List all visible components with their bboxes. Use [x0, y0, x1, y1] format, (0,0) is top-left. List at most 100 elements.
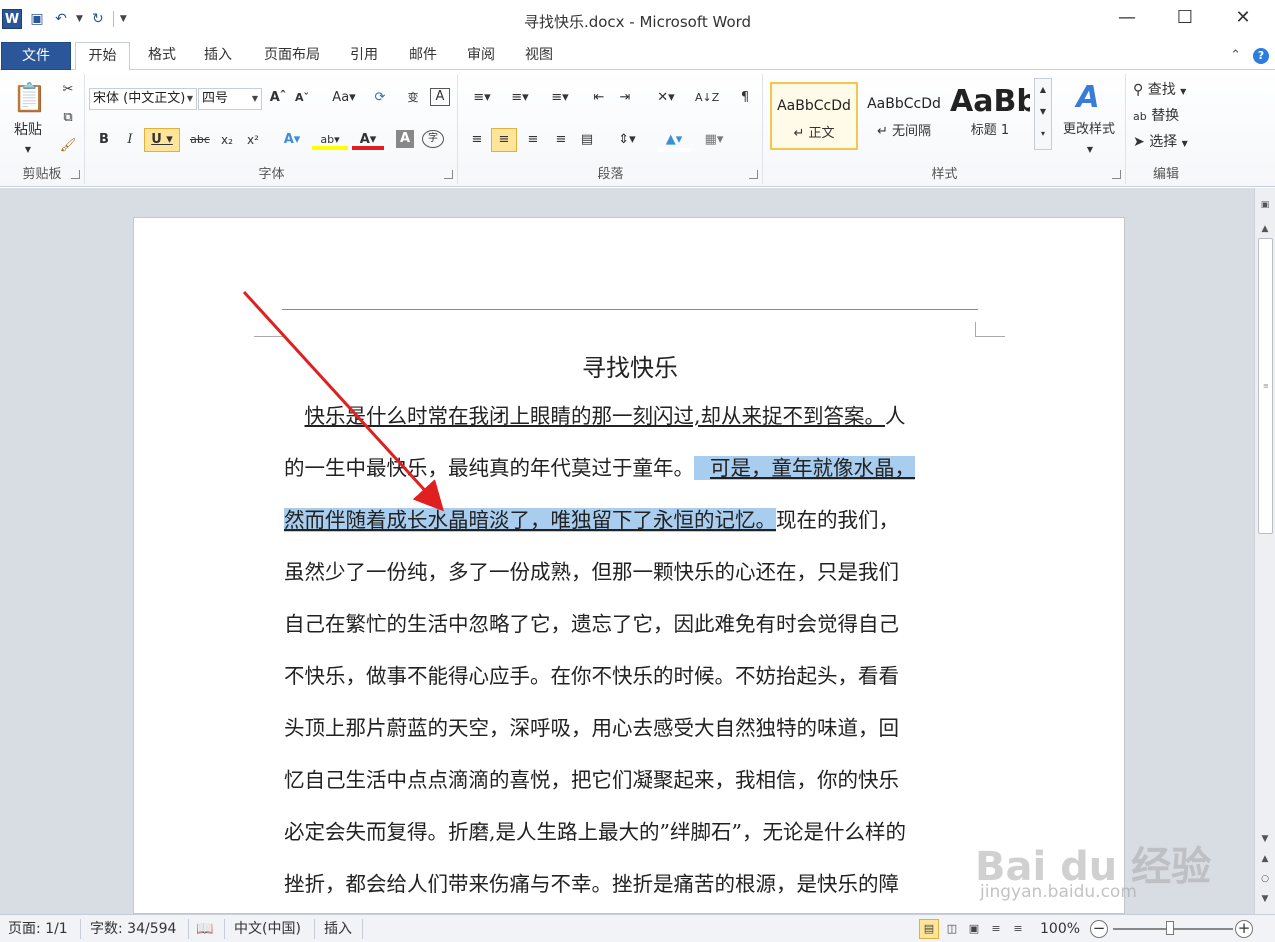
increase-indent-icon[interactable]: ⇥: [615, 88, 635, 110]
change-styles-button[interactable]: 更改样式: [1054, 120, 1124, 142]
scroll-up-icon[interactable]: ▲: [1255, 220, 1275, 238]
show-marks-icon[interactable]: ¶: [735, 88, 755, 110]
justify-icon[interactable]: ≡: [551, 130, 571, 152]
proofing-icon[interactable]: 📖: [196, 920, 213, 938]
chevron-down-icon: ▼: [186, 94, 193, 103]
tab-references[interactable]: 引用: [342, 42, 386, 70]
browse-object-icon[interactable]: ○: [1255, 870, 1275, 888]
document-line: 不快乐，做事不能得心应手。在你不快乐的时候。不妨抬起头，看看: [284, 664, 899, 688]
font-name-combo[interactable]: 宋体 (中文正文) ▼: [89, 88, 197, 110]
next-page-icon[interactable]: ▼: [1255, 890, 1275, 908]
tab-page-layout[interactable]: 页面布局: [254, 42, 330, 70]
copy-icon[interactable]: ⧉: [58, 108, 78, 130]
borders-icon[interactable]: ▦▾: [699, 130, 729, 152]
scroll-down-icon[interactable]: ▼: [1255, 830, 1275, 848]
full-screen-reading-icon[interactable]: ◫: [942, 919, 962, 939]
italic-icon[interactable]: I: [120, 130, 140, 152]
phonetic-guide-icon[interactable]: 变: [402, 88, 424, 110]
line-spacing-icon[interactable]: ⇕▾: [611, 130, 643, 152]
print-layout-icon[interactable]: ▤: [919, 919, 939, 939]
character-border-icon[interactable]: A: [430, 88, 450, 106]
shading-icon[interactable]: ▲▾: [657, 130, 691, 152]
minimize-button[interactable]: —: [1098, 0, 1156, 36]
paragraph-launcher-icon[interactable]: [749, 170, 758, 179]
ruler-toggle-icon[interactable]: ▣: [1255, 196, 1275, 214]
margin-corner-left: [254, 336, 284, 337]
cut-icon[interactable]: ✂: [58, 80, 78, 102]
zoom-slider-thumb[interactable]: [1166, 921, 1174, 935]
character-shading-icon[interactable]: A: [396, 130, 414, 148]
style-no-spacing[interactable]: AaBbCcDd ↵ 无间隔: [860, 82, 948, 150]
clipboard-launcher-icon[interactable]: [71, 170, 80, 179]
paste-button[interactable]: 粘贴: [8, 120, 48, 142]
tab-insert[interactable]: 插入: [196, 42, 240, 70]
paste-dropdown-icon[interactable]: ▼: [18, 140, 38, 162]
tab-review[interactable]: 审阅: [459, 42, 503, 70]
minimize-ribbon-icon[interactable]: ⌃: [1230, 48, 1241, 64]
distributed-icon[interactable]: ▤: [577, 130, 597, 152]
zoom-level[interactable]: 100%: [1040, 920, 1080, 938]
editing-group: ⚲ 查找 ▼ ab 替换 ➤ 选择 ▼ 编辑: [1127, 74, 1205, 184]
grow-font-icon[interactable]: Aˆ: [268, 88, 288, 110]
vertical-scrollbar[interactable]: ▣ ▲ ≡ ▼ ▲ ○ ▼: [1254, 188, 1275, 914]
find-button[interactable]: ⚲ 查找 ▼: [1133, 80, 1203, 102]
subscript-icon[interactable]: x₂: [216, 130, 238, 152]
superscript-icon[interactable]: x²: [242, 130, 264, 152]
sort-icon[interactable]: A↓Z: [695, 88, 719, 110]
paste-icon[interactable]: 📋: [12, 80, 47, 116]
font-size-value: 四号: [202, 91, 229, 106]
help-icon[interactable]: ?: [1253, 48, 1269, 64]
insert-mode-indicator[interactable]: 插入: [324, 920, 352, 938]
change-styles-dropdown-icon[interactable]: ▼: [1080, 140, 1100, 162]
style-heading-1[interactable]: AaBb 标题 1: [950, 82, 1030, 150]
styles-scroll-icon[interactable]: ▲ ▼ ▾: [1034, 78, 1052, 150]
change-styles-icon[interactable]: A: [1056, 80, 1120, 116]
maximize-button[interactable]: ☐: [1156, 0, 1214, 36]
decrease-indent-icon[interactable]: ⇤: [589, 88, 609, 110]
replace-button[interactable]: ab 替换: [1133, 106, 1203, 128]
scrollbar-thumb[interactable]: ≡: [1258, 238, 1273, 534]
select-button[interactable]: ➤ 选择 ▼: [1133, 132, 1203, 154]
zoom-in-icon[interactable]: +: [1235, 920, 1253, 938]
draft-view-icon[interactable]: ≡: [1008, 919, 1028, 939]
tab-right-icons: ⌃ ?: [1230, 48, 1269, 64]
tab-home[interactable]: 开始: [75, 42, 130, 71]
font-launcher-icon[interactable]: [444, 170, 453, 179]
web-layout-icon[interactable]: ▣: [964, 919, 984, 939]
align-center-icon[interactable]: ≡: [491, 128, 517, 152]
tab-format[interactable]: 格式: [140, 42, 184, 70]
numbering-icon[interactable]: ≡▾: [505, 88, 535, 110]
tab-view[interactable]: 视图: [517, 42, 561, 70]
replace-label: 替换: [1151, 108, 1180, 124]
chinese-layout-icon[interactable]: ✕▾: [651, 88, 681, 110]
language-indicator[interactable]: 中文(中国): [234, 920, 301, 938]
strikethrough-icon[interactable]: abc: [188, 130, 212, 152]
zoom-out-icon[interactable]: −: [1090, 920, 1108, 938]
find-icon: ⚲: [1133, 82, 1144, 98]
page-count[interactable]: 页面: 1/1: [8, 920, 68, 938]
style-normal[interactable]: AaBbCcDd ↵ 正文: [770, 82, 858, 150]
align-right-icon[interactable]: ≡: [523, 130, 543, 152]
underline-icon[interactable]: U ▾: [144, 128, 180, 152]
font-size-combo[interactable]: 四号 ▼: [198, 88, 262, 110]
outline-view-icon[interactable]: ≡: [986, 919, 1006, 939]
align-left-icon[interactable]: ≡: [467, 130, 487, 152]
word-count[interactable]: 字数: 34/594: [90, 920, 176, 938]
change-case-icon[interactable]: Aa▾: [330, 88, 358, 110]
multilevel-list-icon[interactable]: ≡▾: [543, 88, 577, 110]
document-page[interactable]: 寻找快乐 快乐是什么时常在我闭上眼睛的那一刻闪过,却从来捉不到答案。人 的一生中…: [133, 217, 1125, 914]
styles-launcher-icon[interactable]: [1112, 170, 1121, 179]
text-effects-icon[interactable]: A▾: [278, 130, 306, 152]
tab-file[interactable]: 文件: [1, 42, 71, 70]
tab-mailings[interactable]: 邮件: [401, 42, 445, 70]
enclose-characters-icon[interactable]: 字: [422, 130, 444, 148]
previous-page-icon[interactable]: ▲: [1255, 850, 1275, 868]
bold-icon[interactable]: B: [94, 130, 114, 152]
bullets-icon[interactable]: ≡▾: [467, 88, 497, 110]
format-painter-icon[interactable]: 🖌: [58, 136, 78, 158]
clear-formatting-icon[interactable]: ⟳: [370, 88, 390, 110]
shrink-font-icon[interactable]: Aˇ: [292, 88, 312, 110]
font-color-icon[interactable]: A▾: [352, 130, 384, 150]
highlight-color-icon[interactable]: ab▾: [312, 130, 348, 150]
close-button[interactable]: ✕: [1214, 0, 1272, 36]
